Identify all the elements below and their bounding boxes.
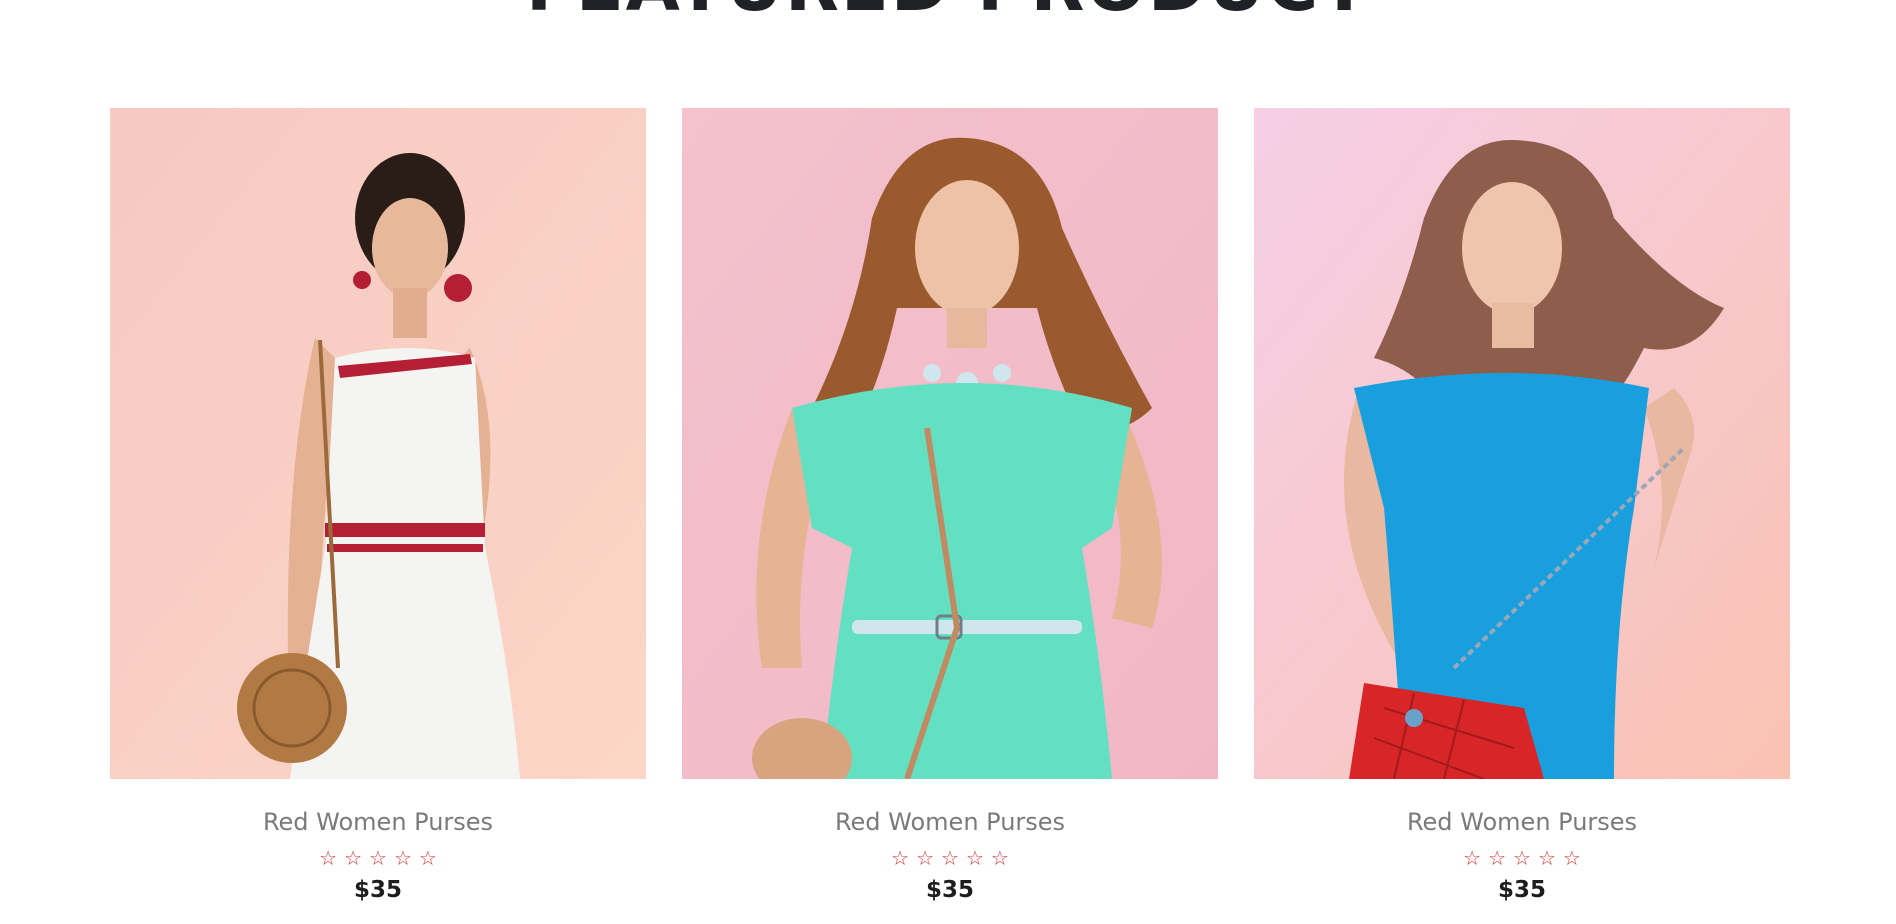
product-card: Red Women Purses ☆ ☆ ☆ ☆ ☆ $35 bbox=[1254, 108, 1790, 905]
product-price: $35 bbox=[353, 877, 402, 903]
product-grid: Red Women Purses ☆ ☆ ☆ ☆ ☆ $35 Red Women… bbox=[110, 108, 1790, 905]
product-name[interactable]: Red Women Purses bbox=[682, 807, 1218, 837]
star-icon[interactable]: ☆ bbox=[966, 845, 984, 871]
star-icon[interactable]: ☆ bbox=[1513, 845, 1531, 871]
product-photo-icon bbox=[1254, 108, 1790, 779]
star-icon[interactable]: ☆ bbox=[891, 845, 909, 871]
product-price: $35 bbox=[1497, 877, 1546, 903]
featured-product-page: FEATURED PRODUCT bbox=[0, 0, 1896, 924]
star-rating: ☆ ☆ ☆ ☆ ☆ bbox=[1254, 845, 1790, 871]
star-icon[interactable]: ☆ bbox=[369, 845, 387, 871]
product-card: Red Women Purses ☆ ☆ ☆ ☆ ☆ $35 bbox=[682, 108, 1218, 905]
product-card: Red Women Purses ☆ ☆ ☆ ☆ ☆ $35 bbox=[110, 108, 646, 905]
star-rating: ☆ ☆ ☆ ☆ ☆ bbox=[682, 845, 1218, 871]
star-icon[interactable]: ☆ bbox=[941, 845, 959, 871]
star-icon[interactable]: ☆ bbox=[1463, 845, 1481, 871]
product-photo-icon bbox=[682, 108, 1218, 779]
section-title: FEATURED PRODUCT bbox=[0, 0, 1896, 26]
product-name[interactable]: Red Women Purses bbox=[1254, 807, 1790, 837]
product-photo-icon bbox=[110, 108, 646, 779]
star-icon[interactable]: ☆ bbox=[916, 845, 934, 871]
star-icon[interactable]: ☆ bbox=[991, 845, 1009, 871]
star-icon[interactable]: ☆ bbox=[319, 845, 337, 871]
star-icon[interactable]: ☆ bbox=[1563, 845, 1581, 871]
star-icon[interactable]: ☆ bbox=[344, 845, 362, 871]
product-name[interactable]: Red Women Purses bbox=[110, 807, 646, 837]
star-icon[interactable]: ☆ bbox=[419, 845, 437, 871]
product-image[interactable] bbox=[1254, 108, 1790, 779]
star-icon[interactable]: ☆ bbox=[394, 845, 412, 871]
star-icon[interactable]: ☆ bbox=[1488, 845, 1506, 871]
star-icon[interactable]: ☆ bbox=[1538, 845, 1556, 871]
star-rating: ☆ ☆ ☆ ☆ ☆ bbox=[110, 845, 646, 871]
product-price: $35 bbox=[925, 877, 974, 903]
product-image[interactable] bbox=[110, 108, 646, 779]
product-image[interactable] bbox=[682, 108, 1218, 779]
